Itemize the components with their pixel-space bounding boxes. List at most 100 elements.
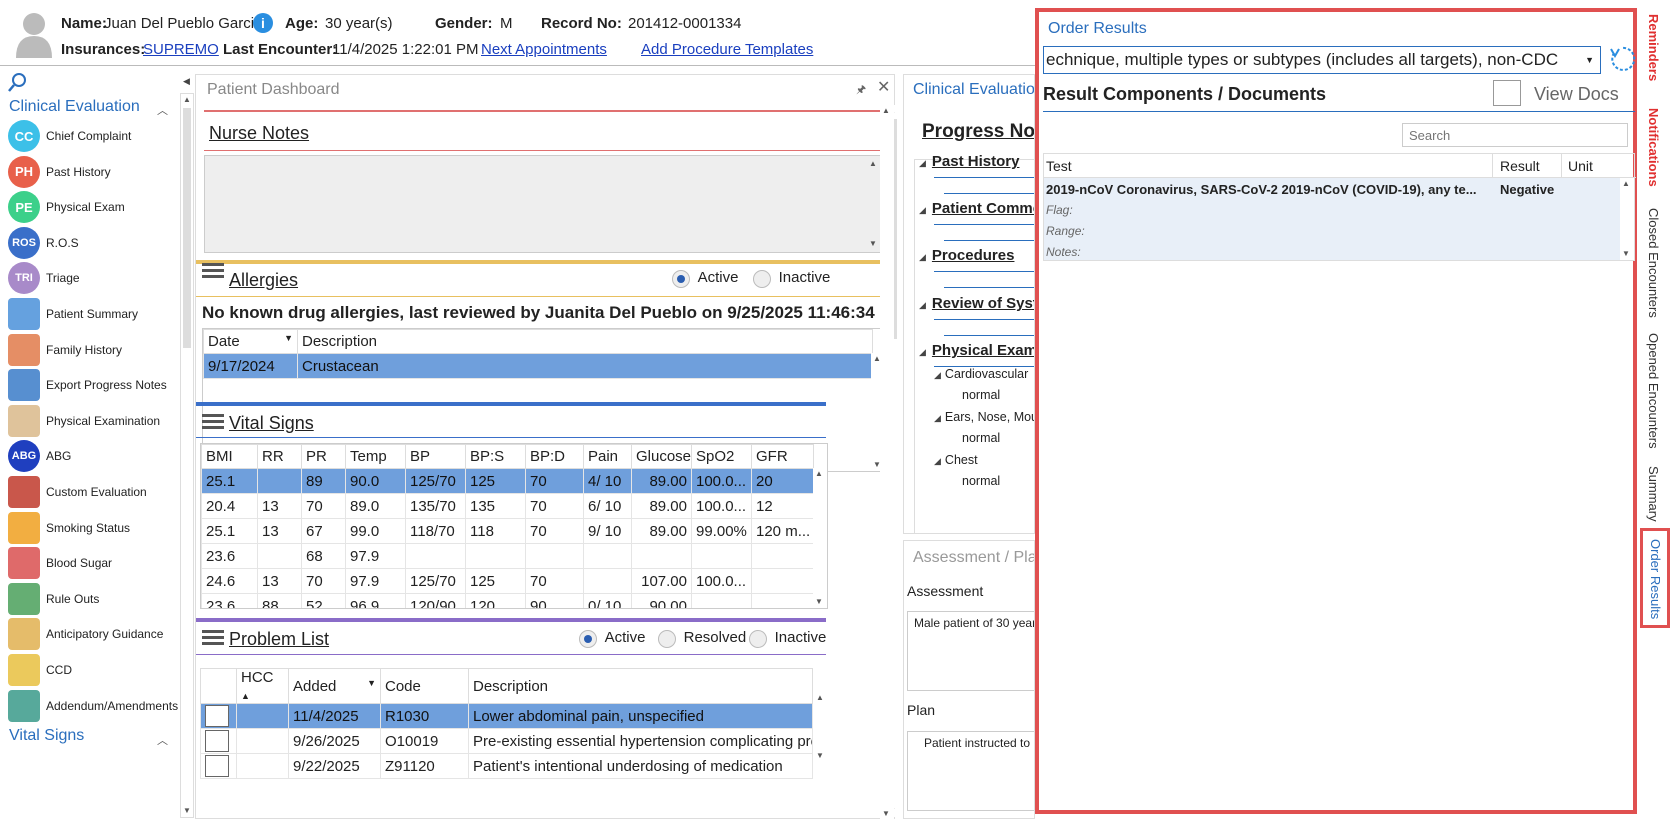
problems-active-radio[interactable]: Active [579, 629, 645, 648]
tree-subnode[interactable]: ◢ Chest [934, 453, 978, 467]
row-checkbox[interactable] [205, 730, 229, 752]
table-row[interactable]: 24.6 13 70 97.9 125/70 125 70 107.00 100.0... [201, 568, 814, 594]
tab-reminders[interactable]: Reminders [1646, 14, 1661, 81]
column-header[interactable]: GFR [751, 444, 814, 469]
section-clinical-evaluation[interactable]: Clinical Evaluation [9, 98, 140, 116]
column-header[interactable]: SpO2 [691, 444, 752, 469]
tab-opened-encounters[interactable]: Opened Encounters [1646, 333, 1661, 449]
sidebar-item-ros[interactable]: ROS R.O.S [8, 226, 178, 260]
expand-icon[interactable]: ◢ [919, 252, 926, 263]
sidebar-item-physical-examination[interactable]: Physical Examination [8, 404, 178, 438]
tree-node-procedures[interactable]: ◢ Procedures [919, 247, 1014, 264]
next-appointments-link[interactable]: Next Appointments [481, 41, 607, 58]
info-icon[interactable]: i [253, 13, 273, 33]
results-scrollbar[interactable]: ▲ ▼ [1620, 178, 1634, 260]
expand-icon[interactable]: ◢ [919, 158, 926, 169]
tree-node-review-of-systems[interactable]: ◢Review of Systems [919, 295, 1034, 312]
assessment-textarea[interactable]: Male patient of 30 years [907, 611, 1034, 691]
allergies-active-radio[interactable]: Active [672, 269, 738, 288]
sidebar-item-abg[interactable]: ABG ABG [8, 439, 178, 473]
expand-icon[interactable]: ◢ [919, 347, 926, 358]
close-icon[interactable]: ✕ [877, 77, 890, 97]
column-header[interactable]: Glucose [631, 444, 692, 469]
table-row[interactable]: 2019-nCoV Coronavirus, SARS-CoV-2 2019-n… [1044, 178, 1620, 260]
sidebar-item-chief-complaint[interactable]: CC Chief Complaint [8, 119, 178, 153]
expand-icon[interactable]: ◢ [919, 300, 926, 311]
sidebar-item-smoking-status[interactable]: Smoking Status [8, 511, 178, 545]
tab-summary[interactable]: Summary [1646, 466, 1661, 522]
sidebar-item-ccd[interactable]: CCD [8, 653, 178, 687]
column-header[interactable]: BP:D [525, 444, 584, 469]
sidebar-item-patient-summary[interactable]: Patient Summary [8, 297, 178, 331]
tab-closed-encounters[interactable]: Closed Encounters [1646, 208, 1661, 318]
sidebar-item-export-progress-notes[interactable]: Export Progress Notes [8, 368, 178, 402]
sidebar-item-triage[interactable]: TRI Triage [8, 261, 178, 295]
column-header[interactable]: Added ▼ [288, 668, 381, 704]
sidebar-scrollbar[interactable]: ▲ ▼ [180, 93, 194, 818]
search-input[interactable] [1402, 123, 1628, 147]
sidebar-item-addendum-amendments[interactable]: Addendum/Amendments [8, 689, 178, 723]
table-row[interactable]: 9/17/2024 Crustacean [203, 353, 873, 379]
column-header[interactable]: Temp [345, 444, 406, 469]
table-row[interactable]: 25.1 13 67 99.0 118/70 118 70 9/ 10 89.00 99.00% 1… [201, 518, 814, 544]
table-row[interactable]: 20.4 13 70 89.0 135/70 135 70 6/ 10 89.00 100.0..… [201, 493, 814, 519]
table-row[interactable]: 9/22/2025 Z91120 Patient's intentional und… [200, 753, 813, 779]
column-header-result[interactable]: Result [1500, 158, 1540, 174]
sidebar-item-family-history[interactable]: Family History [8, 333, 178, 367]
add-procedure-templates-link[interactable]: Add Procedure Templates [641, 41, 813, 58]
section-vital-signs[interactable]: Vital Signs [9, 727, 84, 745]
order-select[interactable]: echnique, multiple types or subtypes (in… [1043, 46, 1601, 74]
column-header[interactable]: BMI [201, 444, 258, 469]
tree-node-physical-exam[interactable]: ◢ Physical Exam [919, 342, 1034, 359]
pin-icon[interactable]: 🖈 [856, 81, 866, 100]
table-row[interactable]: 9/26/2025 O10019 Pre-existing essential hy… [200, 728, 813, 754]
table-row[interactable]: 25.1 89 90.0 125/70 125 70 4/ 10 89.00 100.0... 2… [201, 468, 814, 494]
allergies-inactive-radio[interactable]: Inactive [753, 269, 830, 288]
vitals-scrollbar[interactable]: ▲ ▼ [813, 468, 827, 608]
column-header[interactable]: Code [380, 668, 469, 704]
view-docs-checkbox[interactable] [1493, 80, 1521, 106]
column-header[interactable] [200, 668, 237, 704]
sidebar-item-physical-exam[interactable]: PE Physical Exam [8, 190, 178, 224]
tab-assessment-plan[interactable]: Assessment / Plan [913, 549, 1034, 567]
chevron-up-icon[interactable]: ︿ [157, 102, 168, 118]
problems-scrollbar[interactable]: ▲ ▼ [814, 692, 828, 762]
column-header[interactable]: RR [257, 444, 302, 469]
sidebar-item-rule-outs[interactable]: Rule Outs [8, 582, 178, 616]
column-header[interactable]: BP [405, 444, 466, 469]
plan-textarea[interactable]: Patient instructed to [907, 731, 1034, 811]
problems-menu-icon[interactable] [202, 627, 224, 648]
tree-subnode[interactable]: ◢Ears, Nose, Mouth [934, 410, 1034, 424]
column-header[interactable]: HCC ▲ [236, 668, 289, 704]
problems-inactive-radio[interactable]: Inactive [749, 629, 826, 648]
tree-node-past-history[interactable]: ◢ Past History [919, 153, 1019, 170]
sidebar-item-blood-sugar[interactable]: Blood Sugar [8, 546, 178, 580]
sidebar-item-anticipatory-guidance[interactable]: Anticipatory Guidance [8, 617, 178, 651]
problems-resolved-radio[interactable]: Resolved [658, 629, 746, 648]
column-header[interactable]: PR [301, 444, 346, 469]
chevron-down-icon[interactable]: ▼ [1585, 47, 1594, 73]
dashboard-outer-scrollbar[interactable]: ▲ ▼ [880, 105, 894, 819]
tree-subnode[interactable]: ◢ Cardiovascular [934, 367, 1028, 381]
tab-notifications[interactable]: Notifications [1646, 108, 1661, 187]
column-header[interactable]: BP:S [465, 444, 526, 469]
chevron-up-icon[interactable]: ︿ [157, 732, 168, 748]
refresh-icon[interactable] [1607, 44, 1637, 77]
table-row[interactable]: 11/4/2025 R1030 Lower abdominal pain, unsp… [200, 703, 813, 729]
vitals-menu-icon[interactable] [202, 411, 224, 432]
column-header[interactable]: Description [468, 668, 813, 704]
allergies-menu-icon[interactable] [202, 260, 224, 281]
tab-order-results[interactable]: Order Results [1640, 528, 1670, 628]
column-header[interactable]: Pain [583, 444, 632, 469]
table-row[interactable]: 23.6 68 97.9 [201, 543, 814, 569]
expand-icon[interactable]: ◢ [919, 205, 926, 216]
nurse-notes-textarea[interactable]: ▲ ▼ [204, 155, 884, 253]
column-header-unit[interactable]: Unit [1568, 158, 1593, 174]
table-row[interactable]: 23.6 88 52 96.9 120/90 120 90 0/ 10 90.00 [201, 593, 814, 608]
sidebar-item-past-history[interactable]: PH Past History [8, 155, 178, 189]
tree-node-patient-comments[interactable]: ◢Patient Comments [919, 200, 1034, 217]
row-checkbox[interactable] [205, 705, 229, 727]
row-checkbox[interactable] [205, 755, 229, 777]
tab-clinical-evaluation[interactable]: Clinical Evaluation [913, 81, 1034, 99]
sidebar-item-custom-evaluation[interactable]: Custom Evaluation [8, 475, 178, 509]
